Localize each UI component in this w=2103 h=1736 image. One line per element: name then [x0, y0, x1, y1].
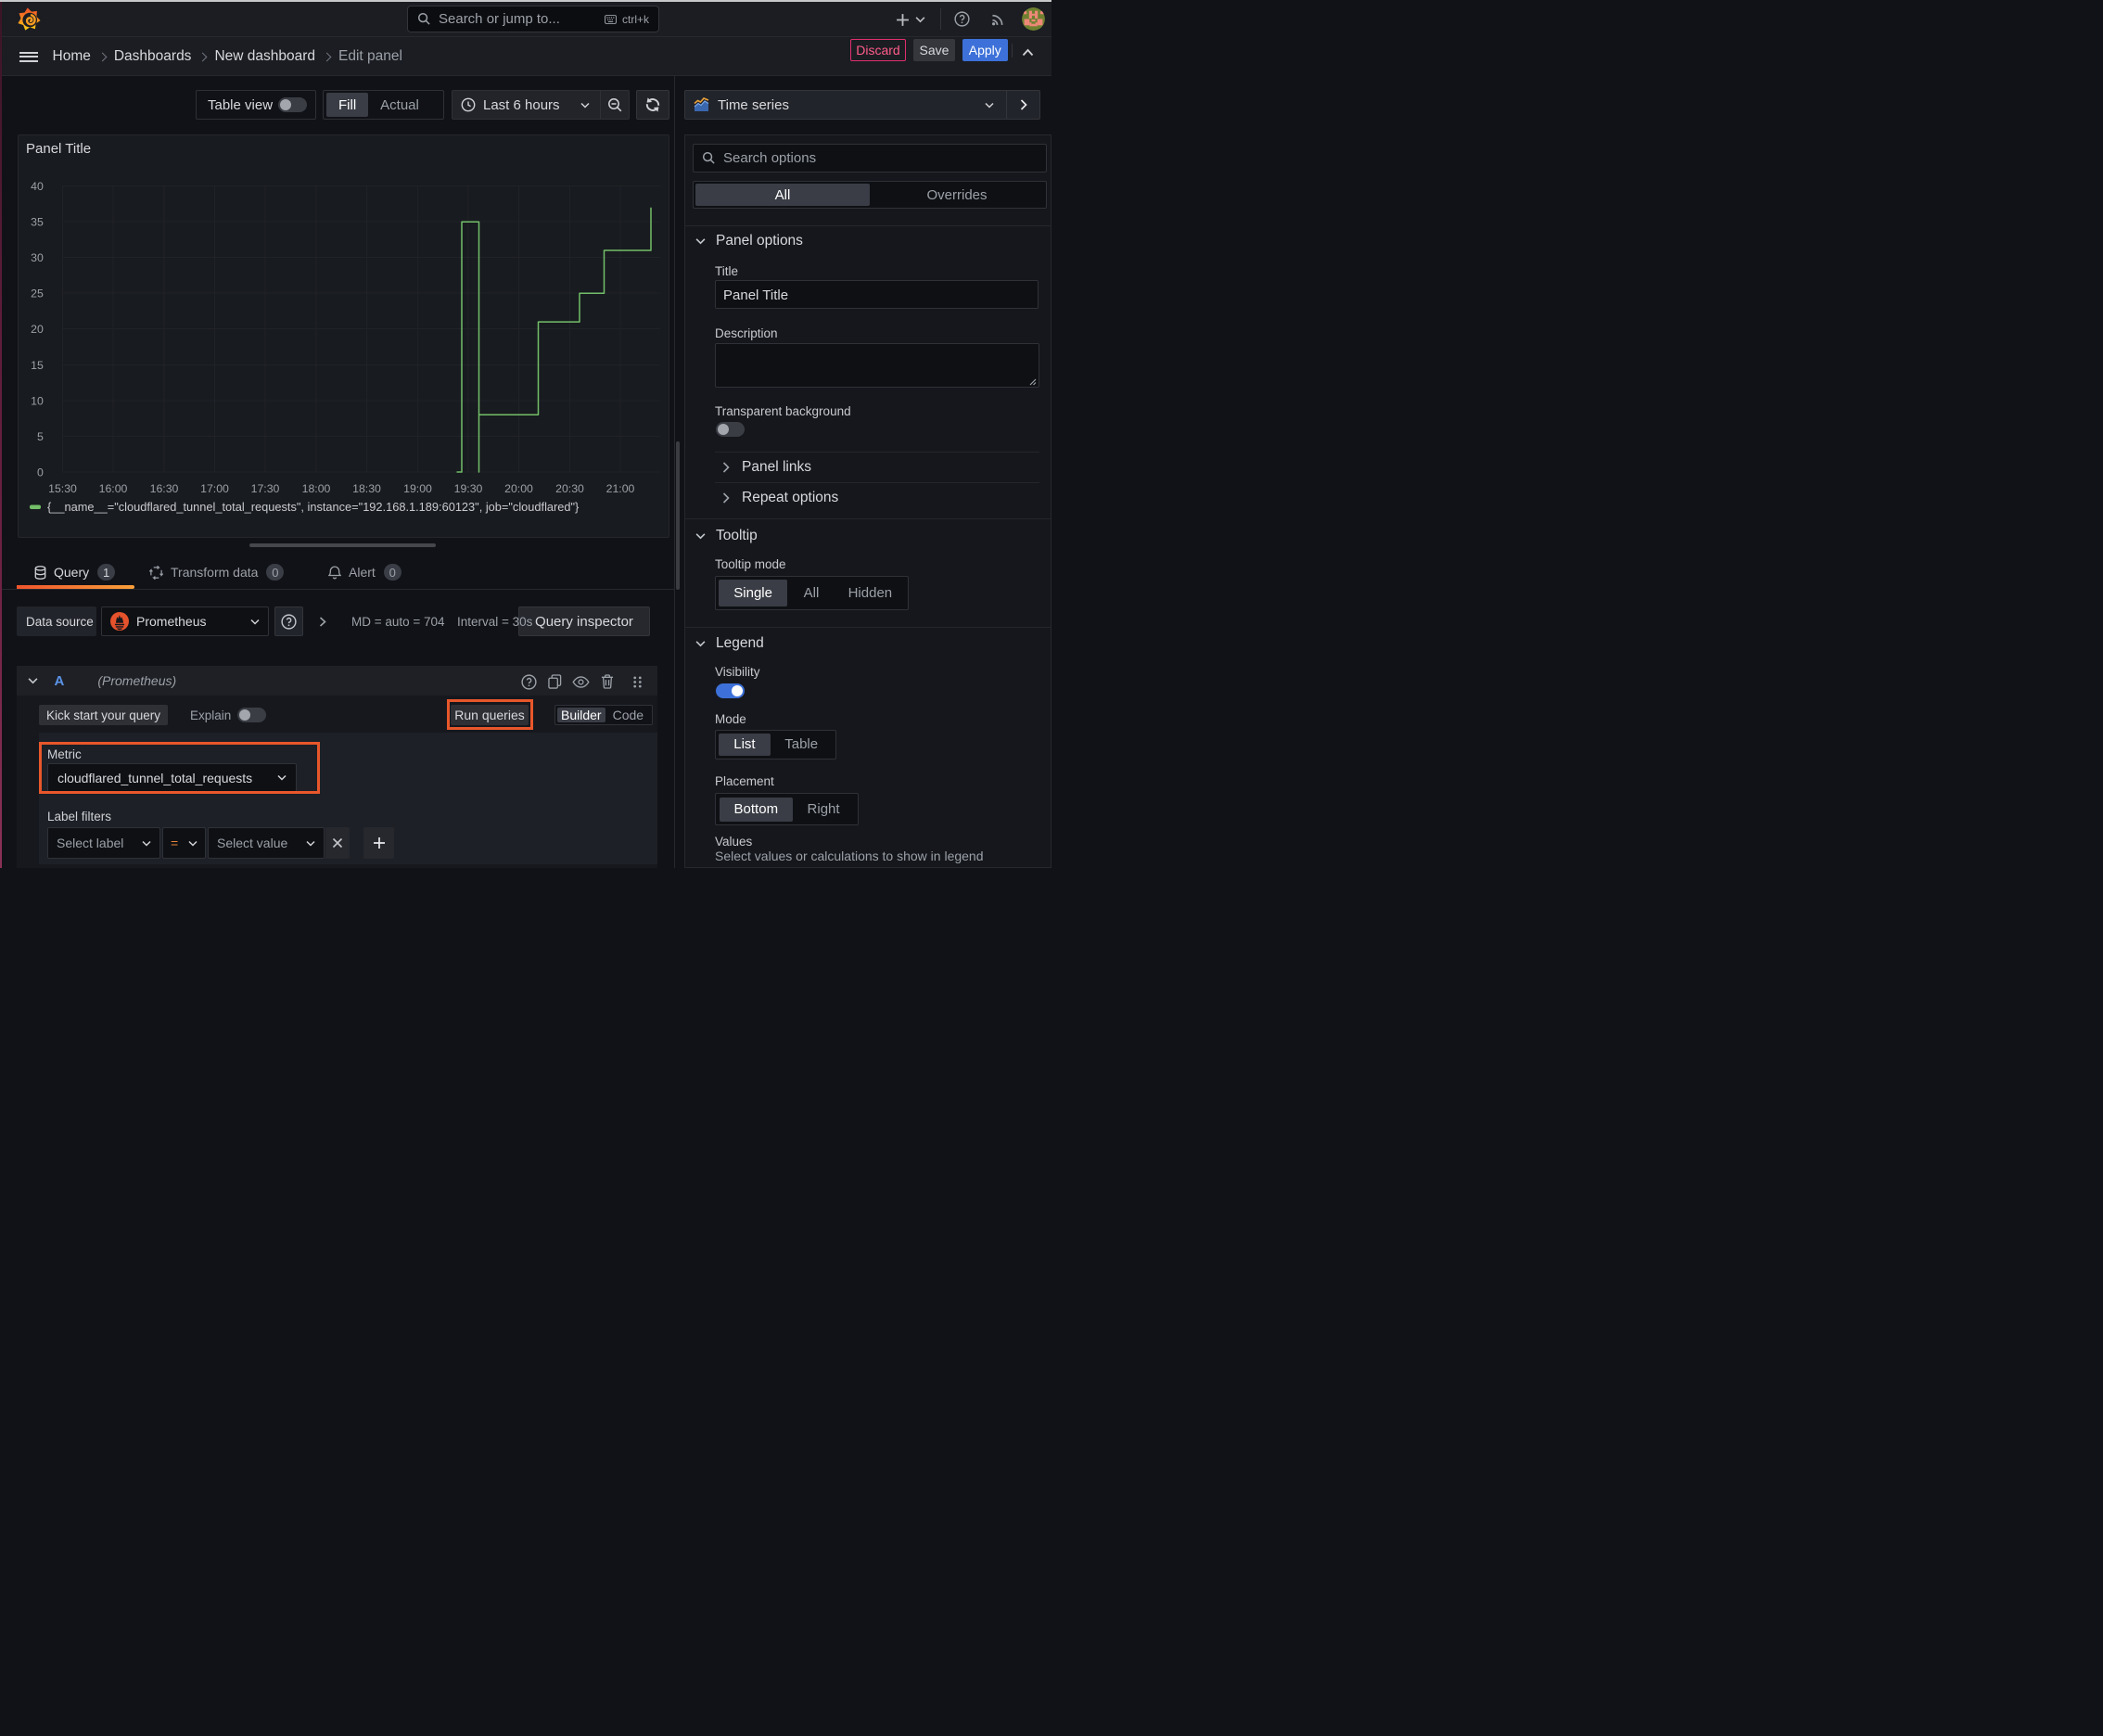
svg-text:35: 35: [31, 215, 44, 228]
svg-text:18:00: 18:00: [302, 482, 331, 495]
svg-text:20: 20: [31, 323, 44, 336]
svg-text:15:30: 15:30: [48, 482, 77, 495]
svg-text:17:00: 17:00: [200, 482, 229, 495]
svg-text:18:30: 18:30: [352, 482, 381, 495]
svg-text:21:00: 21:00: [606, 482, 635, 495]
svg-text:{__name__="cloudflared_tunnel_: {__name__="cloudflared_tunnel_total_requ…: [47, 500, 580, 514]
svg-text:30: 30: [31, 251, 44, 264]
svg-text:19:00: 19:00: [403, 482, 432, 495]
svg-text:40: 40: [31, 180, 44, 193]
svg-text:5: 5: [37, 430, 44, 443]
svg-text:16:00: 16:00: [99, 482, 128, 495]
svg-text:19:30: 19:30: [454, 482, 483, 495]
svg-text:25: 25: [31, 287, 44, 300]
svg-text:0: 0: [37, 466, 44, 479]
svg-text:16:30: 16:30: [150, 482, 179, 495]
svg-text:10: 10: [31, 394, 44, 407]
svg-text:15: 15: [31, 359, 44, 372]
svg-text:17:30: 17:30: [251, 482, 280, 495]
svg-text:20:00: 20:00: [504, 482, 533, 495]
svg-text:20:30: 20:30: [555, 482, 584, 495]
